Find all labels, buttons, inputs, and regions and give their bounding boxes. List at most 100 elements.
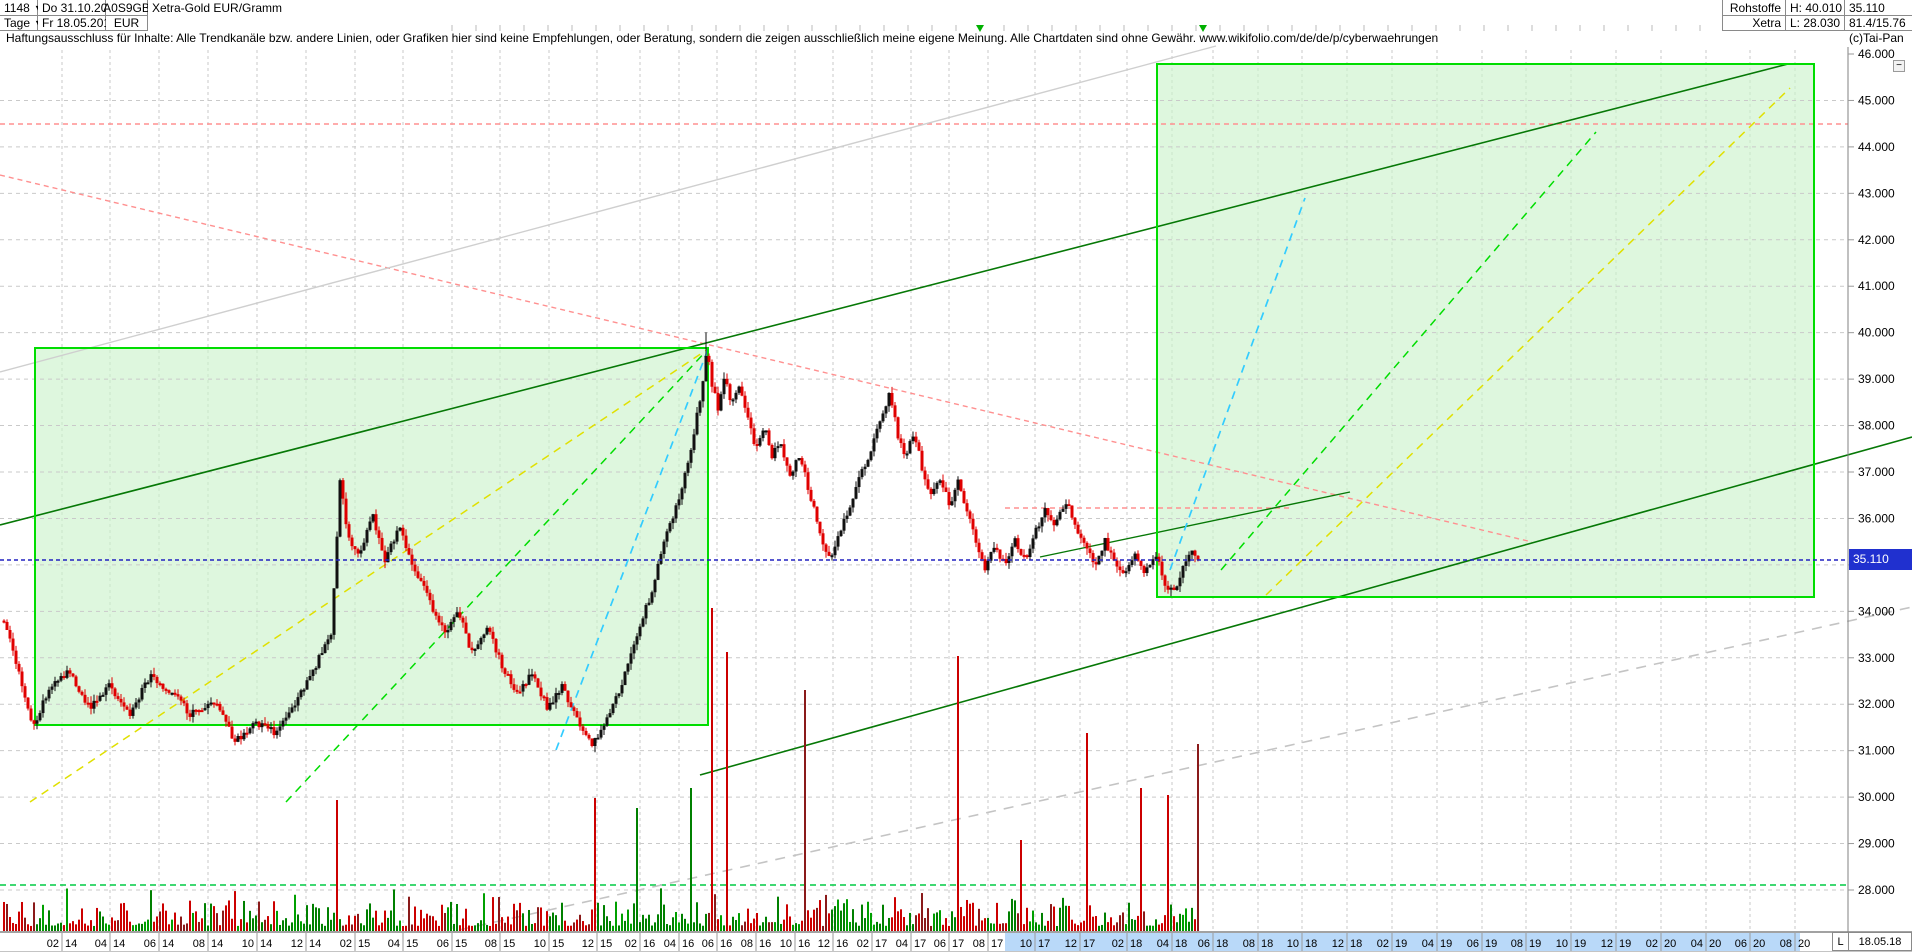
candle-body: [207, 704, 210, 708]
volume-bar: [177, 925, 179, 931]
date-axis-label-month: 04: [1422, 938, 1434, 950]
volume-bar: [1176, 922, 1178, 931]
volume-bar: [747, 909, 749, 931]
volume-bar: [753, 919, 755, 931]
candle-body: [852, 499, 855, 508]
extra-stats-cell: 81.4/15.76: [1845, 16, 1912, 31]
date-axis-label-month: 12: [582, 938, 594, 950]
candle-body: [873, 438, 876, 451]
volume-bar: [252, 918, 254, 931]
candle-body: [666, 531, 669, 541]
candle-body: [138, 700, 141, 703]
candle-body: [609, 713, 612, 717]
candle-body: [399, 528, 402, 531]
volume-bar: [21, 902, 23, 931]
candle-body: [867, 460, 870, 467]
volume-bar: [1044, 926, 1046, 931]
timeframe-dropdown[interactable]: Tage ▼: [0, 16, 38, 31]
volume-bar: [978, 909, 980, 931]
candle-body: [783, 444, 786, 457]
volume-bar: [351, 924, 353, 931]
candle-body: [282, 721, 285, 727]
volume-bar: [285, 918, 287, 931]
candle-body: [1161, 562, 1164, 576]
volume-bar: [840, 911, 842, 931]
volume-bar: [888, 918, 890, 931]
candle-body: [378, 530, 381, 538]
candle-body: [396, 531, 399, 542]
candle-body: [153, 674, 156, 677]
bar-count-dropdown[interactable]: 1148 ▼: [0, 0, 38, 16]
volume-bar: [72, 921, 74, 931]
volume-bar: [489, 926, 491, 931]
collapse-button[interactable]: −: [1893, 60, 1905, 72]
volume-bar: [159, 911, 161, 931]
candle-body: [858, 477, 861, 487]
volume-bar: [483, 893, 485, 931]
candle-body: [54, 681, 57, 686]
volume-bar: [876, 922, 878, 931]
volume-bar: [426, 914, 428, 931]
price-axis-label: 45.000: [1858, 93, 1895, 107]
candle-body: [900, 438, 903, 443]
date-axis-label-year: 18: [1130, 938, 1142, 950]
volume-bar: [549, 916, 551, 931]
date-axis-label-year: 14: [260, 938, 272, 950]
volume-bar: [474, 925, 476, 931]
candle-body: [813, 501, 816, 507]
volume-bar: [654, 922, 656, 931]
volume-bar: [66, 889, 68, 931]
exchange-cell: Xetra: [1722, 16, 1786, 31]
volume-bar: [1107, 922, 1109, 931]
volume-bar: [294, 895, 296, 931]
volume-bar: [339, 919, 341, 931]
volume-bar: [84, 924, 86, 931]
last-price-badge: 35.110: [1849, 549, 1912, 570]
volume-bar: [588, 924, 590, 931]
volume-bar: [1092, 917, 1094, 931]
candle-body: [834, 547, 837, 556]
candle-body: [159, 683, 162, 685]
volume-bar: [1074, 924, 1076, 931]
volume-bar: [651, 926, 653, 931]
volume-bar: [837, 900, 839, 931]
price-axis-label: 34.000: [1858, 604, 1895, 618]
date-axis-label-year: 20: [1798, 938, 1810, 950]
volume-bar: [234, 891, 236, 931]
volume-bar: [435, 921, 437, 931]
candle-body: [519, 692, 522, 694]
volume-bar: [69, 923, 71, 931]
candle-body: [528, 675, 531, 685]
volume-bar: [1020, 840, 1022, 931]
volume-bar: [1077, 925, 1079, 931]
trend-box-fill: [1157, 64, 1814, 597]
date-axis-label-year: 18: [1175, 938, 1187, 950]
volume-bar: [945, 918, 947, 931]
candle-body: [720, 394, 723, 410]
candle-body: [249, 728, 252, 733]
volume-bar: [573, 922, 575, 931]
volume-bar: [624, 921, 626, 931]
volume-bar: [555, 915, 557, 931]
chart-canvas[interactable]: 46.00045.00044.00043.00042.00041.00040.0…: [0, 0, 1912, 952]
volume-bar: [537, 907, 539, 931]
candle-body: [366, 530, 369, 543]
volume-bar: [729, 925, 731, 931]
candle-body: [327, 639, 330, 644]
date-axis-label-month: 10: [1020, 938, 1032, 950]
volume-bar: [513, 904, 515, 931]
volume-bar: [1143, 911, 1145, 931]
volume-bar: [366, 909, 368, 931]
candle-body: [354, 546, 357, 549]
volume-bar: [498, 897, 500, 931]
candle-body: [846, 516, 849, 519]
volume-bar: [678, 922, 680, 931]
volume-bar: [1101, 925, 1103, 931]
volume-bar: [228, 900, 230, 931]
candle-body: [51, 687, 54, 690]
date-to-cell[interactable]: Fr 18.05.2018: [38, 16, 106, 31]
candle-body: [402, 528, 405, 536]
volume-bar: [1095, 916, 1097, 931]
date-from-cell[interactable]: Do 31.10.2013: [38, 0, 106, 16]
volume-bar: [606, 916, 608, 931]
